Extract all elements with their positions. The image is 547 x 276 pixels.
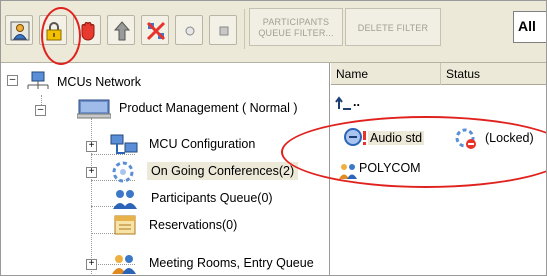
participants-icon xyxy=(113,190,137,209)
tree-expander[interactable]: – xyxy=(35,105,46,116)
list-header: Name Status xyxy=(331,63,546,85)
tree-item-label: MCU Configuration xyxy=(149,137,256,151)
tree-item-label: Reservations(0) xyxy=(149,218,238,232)
conference-list: Name Status .. Audio std (Locked) POLYCO… xyxy=(331,63,546,275)
meeting-rooms-icon xyxy=(112,255,136,274)
polycom-icon xyxy=(339,164,357,179)
list-item-up[interactable]: .. xyxy=(331,93,431,115)
list-item-conference[interactable]: Audio std (Locked) xyxy=(331,127,546,149)
stop-hand-icon xyxy=(81,22,95,41)
lock-icon xyxy=(46,22,62,41)
participant-icon xyxy=(10,21,30,41)
reservations-icon xyxy=(114,215,136,235)
stop-button[interactable] xyxy=(73,15,101,45)
conference-name: Audio std xyxy=(368,131,425,145)
up-folder-icon xyxy=(335,96,351,110)
tree-item-label: Meeting Rooms, Entry Queue xyxy=(149,256,314,270)
tree-expander[interactable]: – xyxy=(7,75,18,86)
tree-expander[interactable]: + xyxy=(86,141,97,152)
conference-icon xyxy=(112,161,134,183)
disconnect-button[interactable] xyxy=(141,15,169,45)
tree-item-mcus-network[interactable]: MCUs Network xyxy=(25,71,185,93)
toolbar-separator xyxy=(244,9,245,49)
tree-item-meeting-rooms[interactable]: Meeting Rooms, Entry Queue xyxy=(109,252,329,274)
tree-item-product-management[interactable]: Product Management ( Normal ) xyxy=(53,97,329,119)
column-header-name[interactable]: Name xyxy=(331,63,441,85)
upload-icon xyxy=(113,21,131,41)
circle-button[interactable] xyxy=(175,15,203,45)
tree-item-label: Participants Queue(0) xyxy=(151,191,273,205)
network-icon xyxy=(27,71,49,89)
tree-expander[interactable]: + xyxy=(86,259,97,270)
delete-filter-button[interactable]: DELETE FILTER xyxy=(345,8,441,46)
tree-item-reservations[interactable]: Reservations(0) xyxy=(109,214,309,236)
tree-item-label: Product Management ( Normal ) xyxy=(119,101,298,115)
tree-expander[interactable]: + xyxy=(86,167,97,178)
list-item-label: .. xyxy=(353,95,360,109)
mcu-server-icon xyxy=(77,99,111,119)
toolbar: PARTICIPANTS QUEUE FILTER... DELETE FILT… xyxy=(1,1,546,63)
mcu-config-icon xyxy=(110,134,138,154)
square-button[interactable] xyxy=(209,15,237,45)
upload-button[interactable] xyxy=(107,15,135,45)
conference-status: (Locked) xyxy=(485,131,534,145)
column-header-status[interactable]: Status xyxy=(441,63,546,85)
audio-conference-icon xyxy=(344,128,366,146)
tree-item-mcu-configuration[interactable]: MCU Configuration xyxy=(109,133,309,155)
locked-status-icon xyxy=(455,128,476,149)
navigation-tree: – MCUs Network – Product Management ( No… xyxy=(1,63,330,275)
disconnect-icon xyxy=(146,21,166,41)
tree-item-label: MCUs Network xyxy=(57,75,142,89)
tree-item-participants-queue[interactable]: Participants Queue(0) xyxy=(109,187,309,209)
participant-button[interactable] xyxy=(5,15,33,45)
participants-queue-filter-button[interactable]: PARTICIPANTS QUEUE FILTER... xyxy=(249,8,343,46)
list-item-conference[interactable]: POLYCOM xyxy=(331,159,431,181)
filter-select[interactable]: All xyxy=(513,11,546,43)
conference-name: POLYCOM xyxy=(359,161,421,175)
tree-item-ongoing-conferences[interactable]: On Going Conferences(2) xyxy=(109,160,319,183)
circle-icon xyxy=(185,26,195,36)
application-window: PARTICIPANTS QUEUE FILTER... DELETE FILT… xyxy=(0,0,547,276)
tree-item-label: On Going Conferences(2) xyxy=(147,162,299,180)
square-icon xyxy=(219,26,229,36)
lock-button[interactable] xyxy=(39,15,67,45)
